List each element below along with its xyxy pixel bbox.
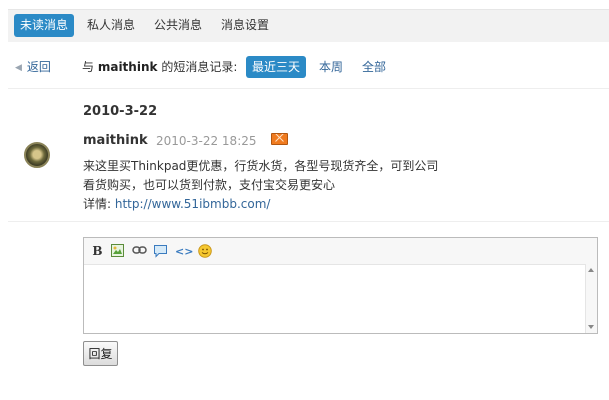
reply-editor: B <> <box>83 237 598 334</box>
tab-public[interactable]: 公共消息 <box>148 14 208 37</box>
range-all[interactable]: 全部 <box>356 56 392 78</box>
editor-toolbar: B <> <box>84 238 597 264</box>
range-last-three-days[interactable]: 最近三天 <box>246 56 307 78</box>
conversation-username[interactable]: maithink <box>98 60 158 74</box>
message-text-line: 看货购买，也可以货到付款，支付宝交易更安心 <box>83 178 336 192</box>
tab-settings[interactable]: 消息设置 <box>215 14 275 37</box>
tab-unread[interactable]: 未读消息 <box>14 14 75 37</box>
avatar[interactable] <box>24 142 50 168</box>
detail-label: 详情: <box>83 197 112 211</box>
smiley-icon[interactable] <box>197 244 212 259</box>
conversation-filter: 与 maithink 的短消息记录: <box>82 56 237 78</box>
envelope-icon[interactable] <box>271 133 288 145</box>
divider <box>8 221 609 222</box>
reply-button[interactable]: 回复 <box>83 341 118 366</box>
range-this-week[interactable]: 本周 <box>313 56 349 78</box>
scroll-down-icon[interactable] <box>588 325 594 329</box>
triangle-left-icon: ◀ <box>15 63 22 73</box>
message-tab-bar: 未读消息 私人消息 公共消息 消息设置 <box>8 9 609 42</box>
image-icon[interactable] <box>110 244 125 259</box>
message-sender[interactable]: maithink <box>83 133 148 148</box>
bold-icon[interactable]: B <box>90 244 105 259</box>
reply-textarea[interactable] <box>84 264 597 333</box>
quote-icon[interactable] <box>153 244 168 259</box>
filter-prefix: 与 <box>82 60 95 74</box>
message-detail: 详情: http://www.51ibmbb.com/ <box>83 195 270 212</box>
message-time: 2010-3-22 18:25 <box>156 134 257 148</box>
message-text-line: 来这里买Thinkpad更优惠，行货水货，各型号现货齐全，可到公司 <box>83 159 439 173</box>
conversation-date: 2010-3-22 <box>83 104 158 119</box>
textarea-scrollbar[interactable] <box>585 264 597 333</box>
filter-suffix: 的短消息记录: <box>161 60 238 74</box>
scroll-up-icon[interactable] <box>588 268 594 272</box>
back-link[interactable]: ◀ 返回 <box>15 58 51 75</box>
link-icon[interactable] <box>132 244 147 259</box>
code-icon[interactable]: <> <box>175 244 193 259</box>
divider <box>8 88 609 89</box>
detail-link[interactable]: http://www.51ibmbb.com/ <box>115 197 271 211</box>
tab-private[interactable]: 私人消息 <box>81 14 141 37</box>
back-label: 返回 <box>26 60 51 74</box>
